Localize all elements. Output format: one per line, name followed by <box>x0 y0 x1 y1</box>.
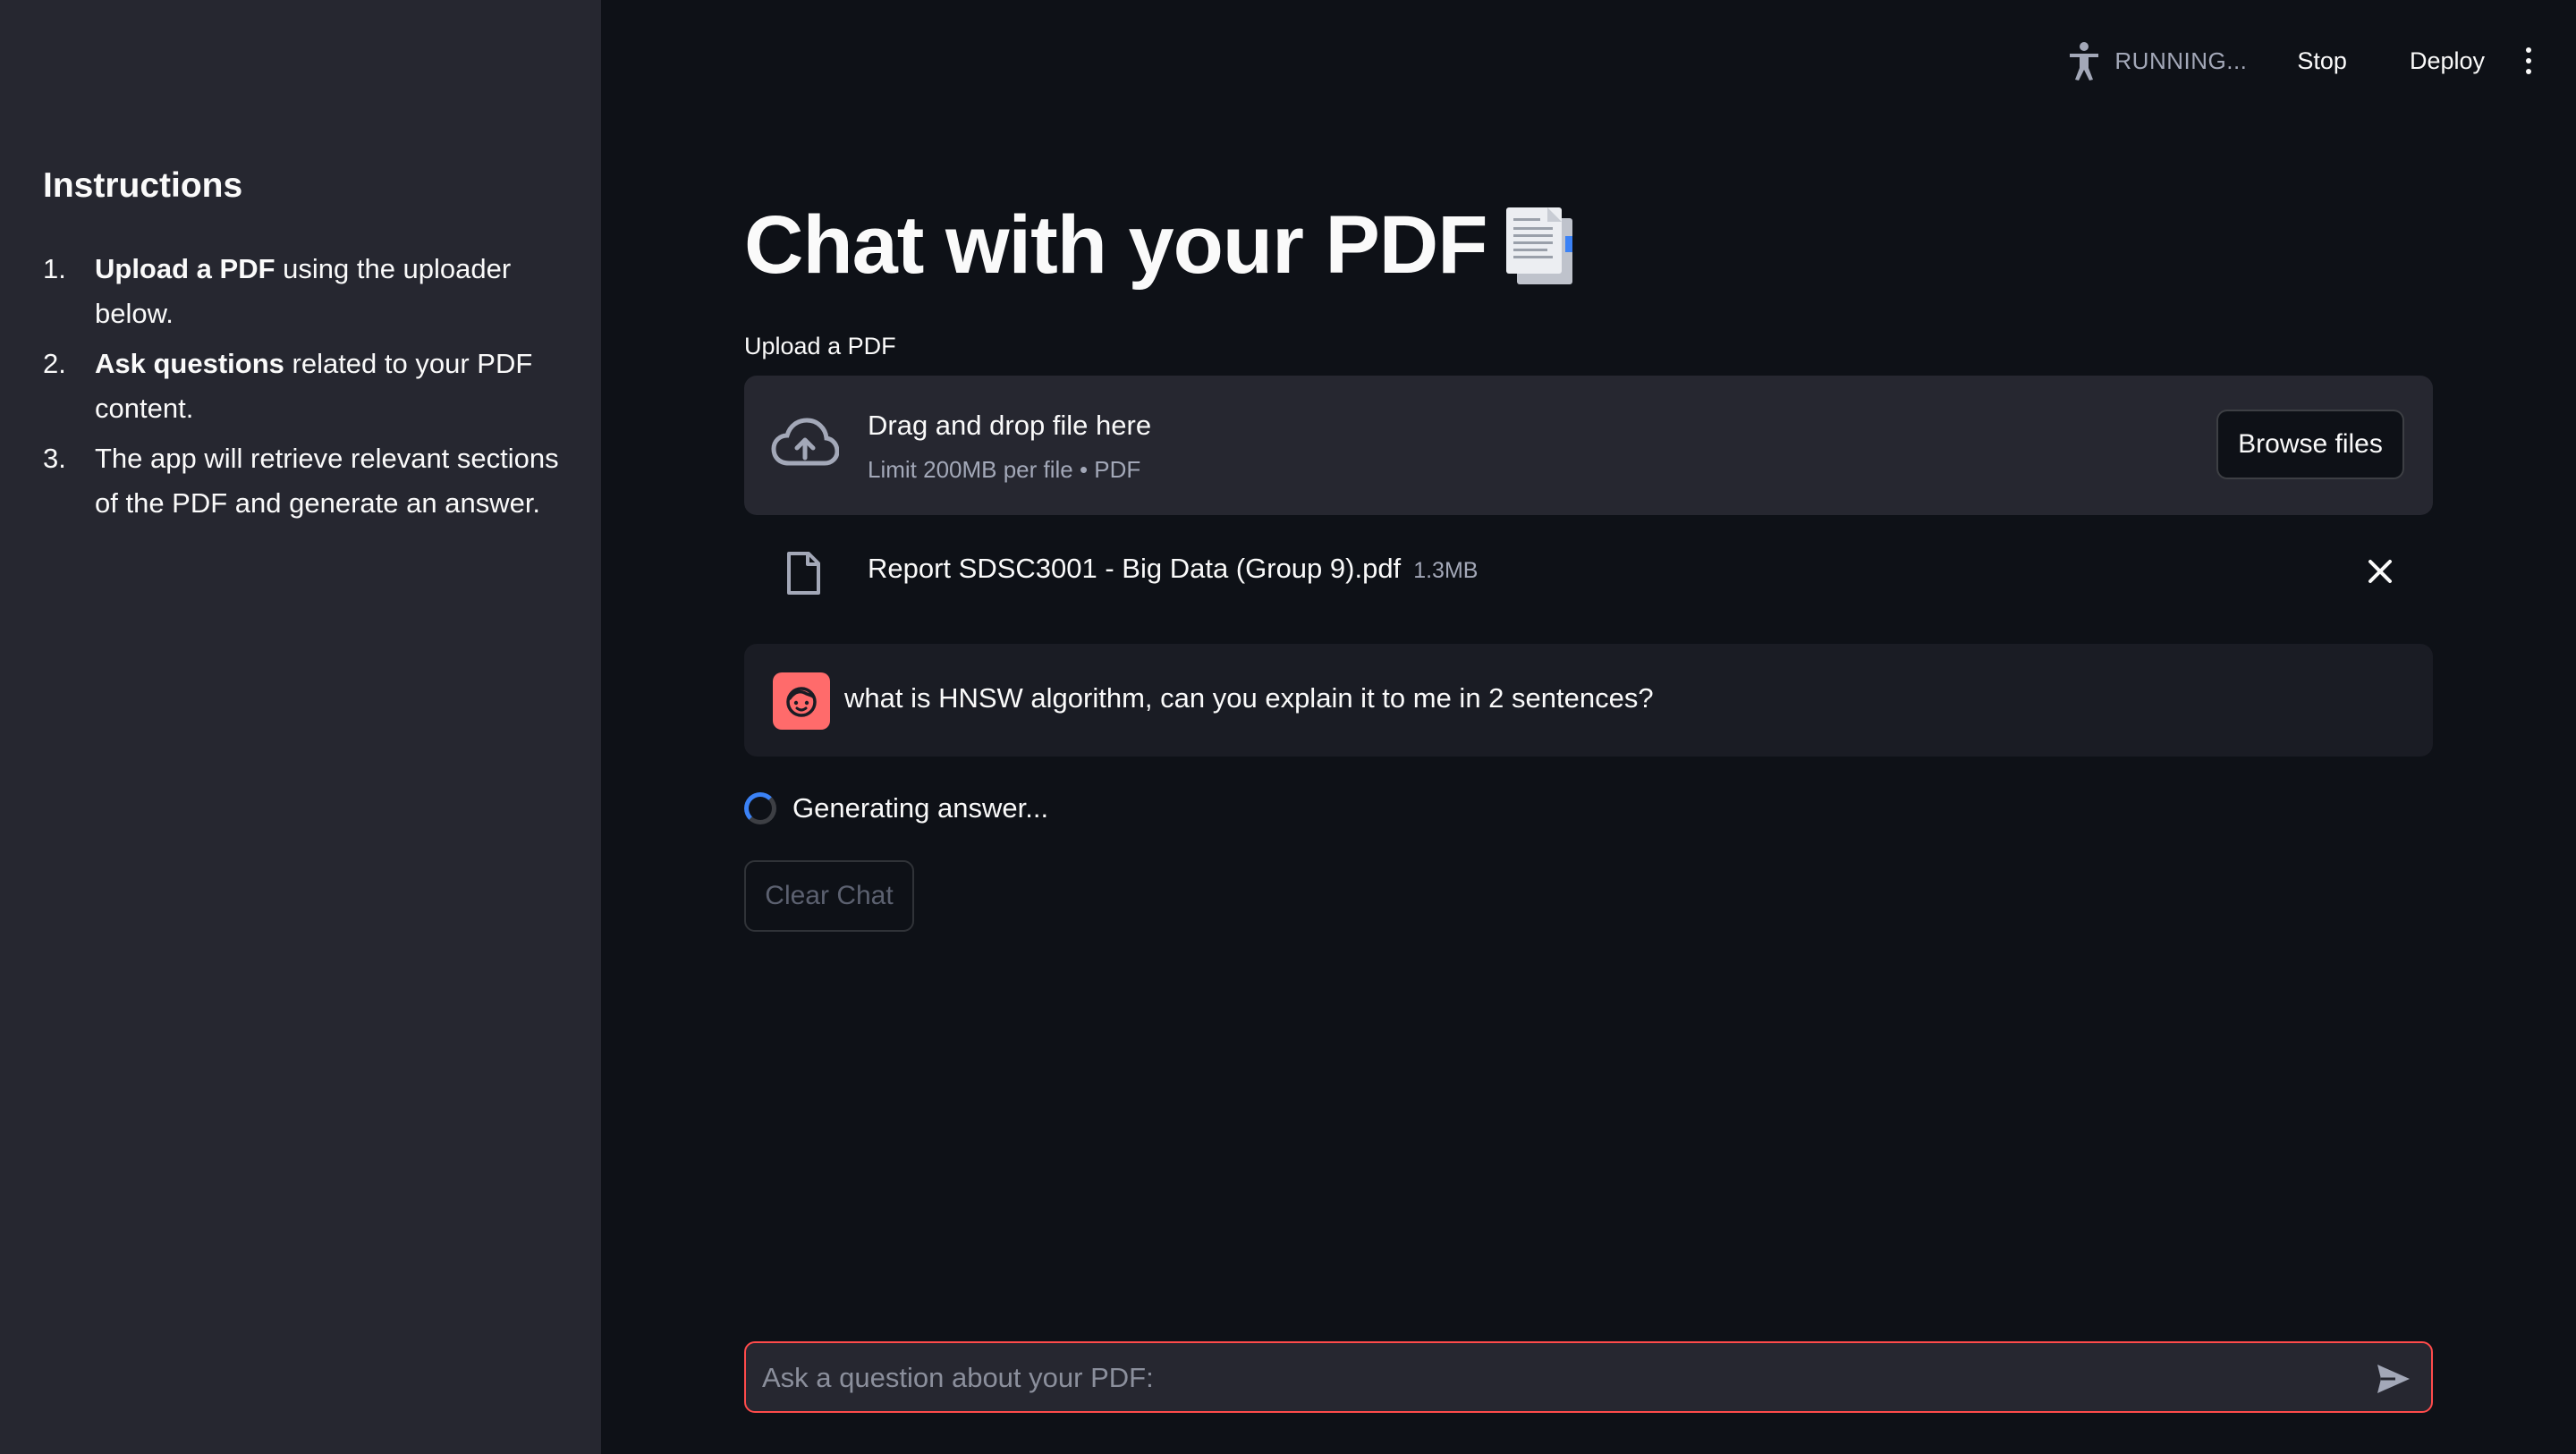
loading-spinner-icon <box>744 792 776 824</box>
page-title: Chat with your PDF <box>744 199 1576 292</box>
sidebar: Instructions 1. Upload a PDF using the u… <box>0 0 601 1454</box>
file-icon <box>787 552 820 595</box>
dropzone-main-text: Drag and drop file here <box>868 410 1152 441</box>
chat-input[interactable] <box>760 1352 2338 1404</box>
kebab-menu-icon[interactable] <box>2524 47 2533 74</box>
user-face-icon <box>786 687 817 717</box>
sidebar-heading: Instructions <box>43 166 243 205</box>
file-name-text: Report SDSC3001 - Big Data (Group 9).pdf <box>868 553 1402 584</box>
instruction-text: The app will retrieve relevant sections … <box>95 443 559 519</box>
dropzone-limit-text: Limit 200MB per file • PDF <box>868 456 1141 483</box>
uploaded-file: Report SDSC3001 - Big Data (Group 9).pdf… <box>744 544 2433 597</box>
page-facing-up-emoji-icon <box>1506 207 1573 284</box>
chat-input-container <box>744 1341 2433 1413</box>
main-content: Chat with your PDF Upload a PDF Drag and… <box>744 0 2433 1454</box>
user-chat-message: what is HNSW algorithm, can you explain … <box>744 644 2433 757</box>
instruction-item: 1. Upload a PDF using the uploader below… <box>43 247 562 336</box>
instructions-list: 1. Upload a PDF using the uploader below… <box>43 247 562 531</box>
instruction-item: 3. The app will retrieve relevant sectio… <box>43 436 562 526</box>
user-avatar <box>773 672 830 730</box>
app-root: Instructions 1. Upload a PDF using the u… <box>0 0 2576 1454</box>
instruction-bold: Upload a PDF <box>95 253 275 284</box>
file-name: Report SDSC3001 - Big Data (Group 9).pdf… <box>868 553 1478 585</box>
remove-file-close-icon[interactable] <box>2365 556 2395 587</box>
clear-chat-button[interactable]: Clear Chat <box>744 860 914 932</box>
message-text: what is HNSW algorithm, can you explain … <box>844 682 1654 714</box>
upload-label: Upload a PDF <box>744 333 896 359</box>
instruction-item: 2. Ask questions related to your PDF con… <box>43 342 562 431</box>
page-title-text: Chat with your PDF <box>744 199 1487 291</box>
generating-status: Generating answer... <box>744 787 1048 830</box>
send-icon[interactable] <box>2376 1363 2411 1395</box>
instruction-bold: Ask questions <box>95 348 284 379</box>
file-dropzone[interactable]: Drag and drop file here Limit 200MB per … <box>744 376 2433 515</box>
instruction-number: 3. <box>43 443 66 474</box>
browse-files-button[interactable]: Browse files <box>2216 410 2404 479</box>
instruction-number: 1. <box>43 253 66 284</box>
instruction-number: 2. <box>43 348 66 379</box>
spinner-text: Generating answer... <box>792 792 1049 824</box>
cloud-upload-icon <box>771 418 839 466</box>
file-size: 1.3MB <box>1413 558 1479 583</box>
